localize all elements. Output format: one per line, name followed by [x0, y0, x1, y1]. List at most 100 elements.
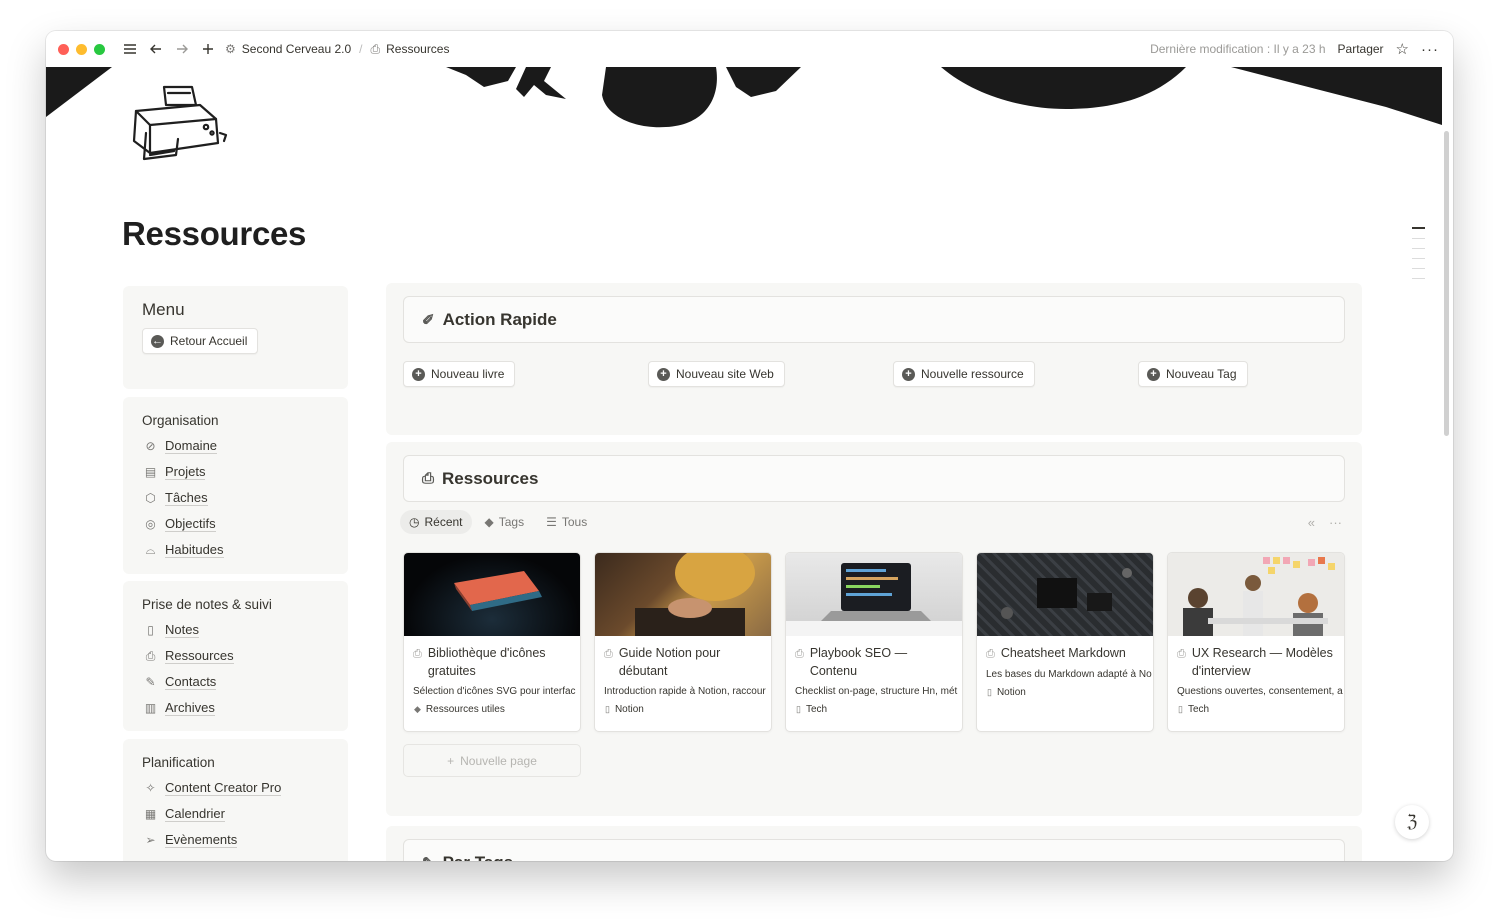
- tag-icon: ◆: [414, 704, 421, 714]
- new-book-button[interactable]: + Nouveau livre: [403, 361, 516, 387]
- plus-icon: +: [447, 753, 455, 768]
- table-of-contents[interactable]: [1412, 227, 1425, 279]
- note-icon: ▯: [147, 623, 154, 637]
- card-tag: Tech: [1187, 704, 1210, 715]
- gallery-card[interactable]: ⎙ UX Research — Modèles d'interview Quest…: [1167, 552, 1345, 732]
- sidebar-item-notes[interactable]: ▯ Notes: [142, 617, 329, 643]
- add-icon[interactable]: [197, 38, 219, 60]
- minimize-window-button[interactable]: [76, 43, 87, 55]
- printer-icon: ⎙: [422, 470, 435, 487]
- sidebar-item-taches[interactable]: ⬡ Tâches: [142, 485, 329, 511]
- tags-icon: ✎: [422, 854, 435, 862]
- card-description: Les bases du Markdown adapté à No: [986, 669, 1152, 680]
- new-website-button[interactable]: + Nouveau site Web: [648, 361, 785, 387]
- menu-icon[interactable]: [119, 38, 141, 60]
- calendar-icon: ▦: [144, 807, 157, 821]
- new-website-label: Nouveau site Web: [676, 367, 774, 381]
- page-title[interactable]: Ressources: [122, 215, 306, 253]
- new-resource-label: Nouvelle ressource: [921, 367, 1024, 381]
- by-tags-header: ✎ Par Tags: [403, 839, 1345, 861]
- sidebar-item-domaine[interactable]: ⊘ Domaine: [142, 433, 329, 459]
- close-window-button[interactable]: [58, 43, 69, 55]
- collapse-icon[interactable]: «: [1308, 515, 1315, 530]
- resources-header: ⎙ Ressources: [403, 455, 1345, 502]
- sidebar-item-ressources[interactable]: ⎙ Ressources: [142, 643, 329, 669]
- sidebar-item-projets[interactable]: ▤ Projets: [142, 459, 329, 485]
- printer-icon: ⎙: [986, 648, 995, 660]
- forward-arrow-icon[interactable]: [171, 38, 193, 60]
- notion-ai-button[interactable]: ℨ: [1395, 805, 1429, 839]
- last-modified-text: Dernière modification : Il y a 23 h: [1150, 42, 1326, 56]
- tab-recent[interactable]: ◷ Récent: [400, 510, 472, 534]
- by-tags-section: ✎ Par Tags: [386, 826, 1362, 861]
- printer-icon[interactable]: [130, 83, 230, 167]
- clock-icon: ◷: [409, 515, 420, 529]
- card-cover-image: [404, 553, 580, 636]
- new-book-label: Nouveau livre: [431, 367, 505, 381]
- compass-icon: ⊘: [145, 439, 156, 453]
- breadcrumb-page[interactable]: Ressources: [386, 42, 449, 56]
- view-tabs: ◷ Récent ◆ Tags ☰ Tous: [400, 510, 596, 534]
- new-page-button[interactable]: + Nouvelle page: [403, 744, 581, 777]
- back-home-button[interactable]: ← Retour Accueil: [142, 328, 259, 354]
- organisation-heading: Organisation: [142, 413, 219, 428]
- star-icon[interactable]: ☆: [1396, 40, 1409, 58]
- plus-circle-icon: +: [1147, 367, 1160, 381]
- tag-icon: ◆: [484, 515, 494, 529]
- card-tag: Ressources utiles: [425, 704, 505, 715]
- scrollbar[interactable]: [1444, 131, 1449, 436]
- back-home-label: Retour Accueil: [170, 334, 248, 348]
- sidebar-item-archives[interactable]: ▥ Archives: [142, 695, 329, 721]
- more-icon[interactable]: ···: [1329, 515, 1342, 530]
- cover-image: [46, 67, 1442, 161]
- tab-tags-label: Tags: [498, 515, 525, 529]
- card-tag: Tech: [805, 704, 828, 715]
- gallery-card[interactable]: ⎙ Bibliothèque d'icônes gratuites Sélecti…: [403, 552, 581, 732]
- sidebar-item-evenements[interactable]: ➢ Evènements: [142, 827, 329, 853]
- share-button[interactable]: Partager: [1338, 42, 1384, 56]
- new-page-label: Nouvelle page: [460, 753, 537, 768]
- tab-tous-label: Tous: [561, 515, 588, 529]
- resources-section: ⎙ Ressources ◷ Récent ◆ Tags ☰ Tous « ···: [386, 442, 1362, 816]
- card-description: Questions ouvertes, consentement, a: [1177, 686, 1343, 697]
- tab-recent-label: Récent: [424, 515, 463, 529]
- page-icon: ▯: [987, 687, 992, 697]
- sidebar-item-content-creator[interactable]: ✧ Content Creator Pro: [142, 775, 329, 801]
- card-cover-image: [786, 553, 962, 636]
- planification-card: Planification ✧ Content Creator Pro ▦ Cale…: [123, 739, 348, 861]
- quick-action-title: Action Rapide: [442, 309, 557, 329]
- breadcrumb: ⚙ Second Cerveau 2.0 / ⎙ Ressources: [225, 42, 449, 57]
- sidebar-item-contacts[interactable]: ✎ Contacts: [142, 669, 329, 695]
- printer-icon: ⎙: [145, 648, 156, 663]
- tab-tous[interactable]: ☰ Tous: [537, 510, 596, 534]
- new-tag-button[interactable]: + Nouveau Tag: [1138, 361, 1248, 387]
- contacts-icon: ✎: [145, 675, 156, 689]
- send-icon: ➢: [145, 833, 156, 847]
- gallery-card[interactable]: ⎙ Playbook SEO — Contenu Checklist on-pag…: [785, 552, 963, 732]
- planification-heading: Planification: [142, 755, 215, 770]
- zoom-window-button[interactable]: [94, 43, 105, 55]
- card-title: Cheatsheet Markdown: [1000, 646, 1126, 660]
- back-arrow-circle-icon: ←: [151, 334, 164, 348]
- page-icon: ▯: [1178, 704, 1183, 714]
- more-icon[interactable]: ···: [1421, 41, 1439, 58]
- tasks-icon: ⬡: [145, 491, 156, 505]
- new-resource-button[interactable]: + Nouvelle ressource: [893, 361, 1035, 387]
- gallery-card[interactable]: ⎙ Guide Notion pour débutant Introduction…: [594, 552, 772, 732]
- sidebar-item-habitudes[interactable]: ⌓ Habitudes: [142, 537, 329, 563]
- back-arrow-icon[interactable]: [145, 38, 167, 60]
- sidebar-item-calendrier[interactable]: ▦ Calendrier: [142, 801, 329, 827]
- resources-title: Ressources: [442, 468, 539, 488]
- shoe-icon: ⌓: [145, 542, 156, 557]
- breadcrumb-workspace[interactable]: Second Cerveau 2.0: [242, 42, 351, 56]
- app-window: ⚙ Second Cerveau 2.0 / ⎙ Ressources Dern…: [46, 31, 1453, 861]
- titlebar: ⚙ Second Cerveau 2.0 / ⎙ Ressources Dern…: [46, 31, 1453, 67]
- plus-circle-icon: +: [412, 367, 425, 381]
- gallery-card[interactable]: ⎙ Cheatsheet Markdown Les bases du Markdo…: [976, 552, 1154, 732]
- sidebar-item-objectifs[interactable]: ◎ Objectifs: [142, 511, 329, 537]
- card-description: Introduction rapide à Notion, raccour: [604, 686, 766, 697]
- gear-icon: ⚙: [225, 42, 236, 56]
- tab-tags[interactable]: ◆ Tags: [476, 510, 534, 534]
- card-description: Sélection d'icônes SVG pour interfac: [413, 686, 576, 697]
- organisation-card: Organisation ⊘ Domaine ▤ Projets ⬡ Tâches ◎…: [123, 397, 348, 574]
